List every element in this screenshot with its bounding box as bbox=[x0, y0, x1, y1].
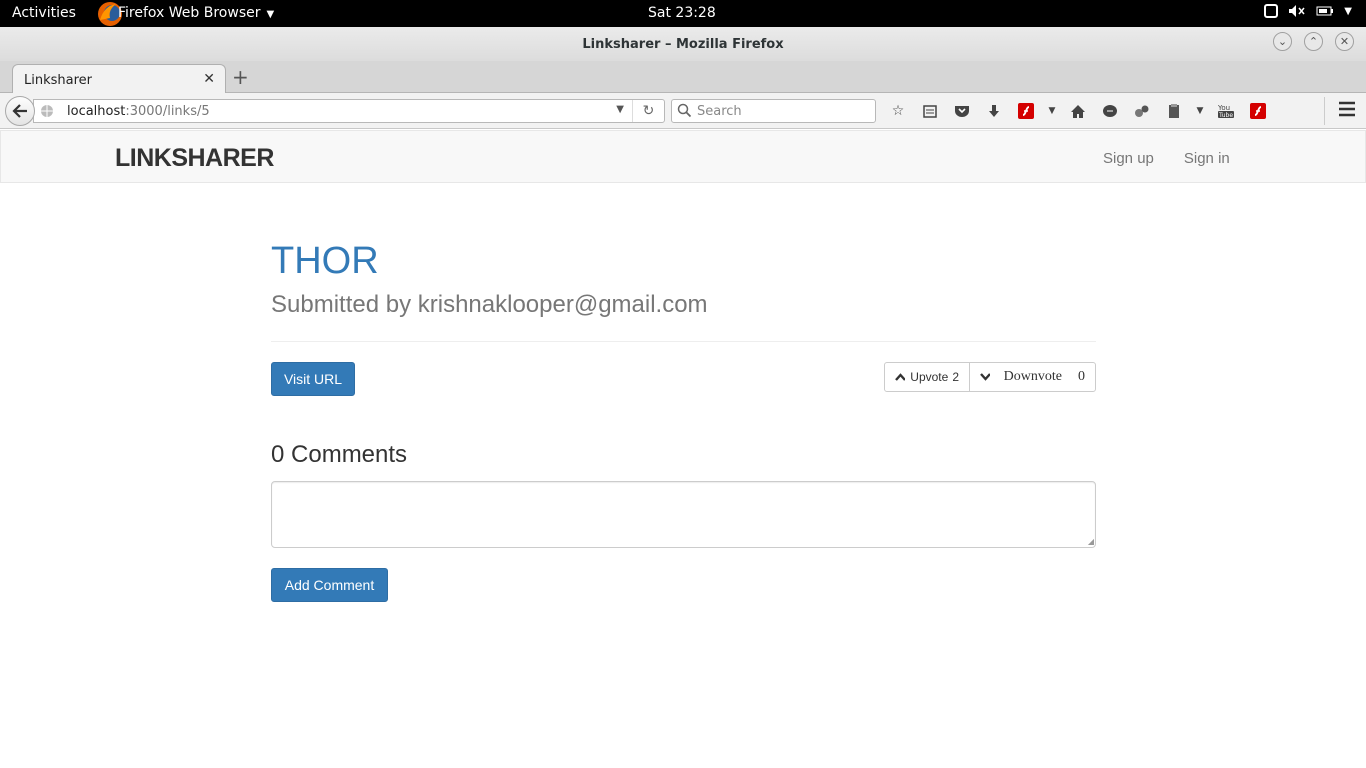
window-overview-icon bbox=[1264, 4, 1279, 18]
upvote-button[interactable]: Upvote 2 bbox=[885, 363, 970, 391]
flash-icon-2[interactable] bbox=[1246, 99, 1270, 123]
signin-link[interactable]: Sign in bbox=[1184, 150, 1230, 167]
bookmarks-menu-icon[interactable] bbox=[918, 99, 942, 123]
back-arrow-icon bbox=[12, 104, 27, 118]
tab-close-icon[interactable]: ✕ bbox=[203, 71, 215, 87]
bookmark-star-icon[interactable]: ☆ bbox=[886, 99, 910, 123]
chat-icon[interactable] bbox=[1098, 99, 1122, 123]
tab-label: Linksharer bbox=[24, 73, 93, 88]
toolbar-separator bbox=[1324, 97, 1325, 125]
site-brand[interactable]: LINKSHARER bbox=[115, 144, 274, 173]
site-navbar: LINKSHARER Sign up Sign in bbox=[0, 130, 1366, 183]
resize-grip-icon[interactable]: ◢ bbox=[1088, 537, 1094, 546]
system-menu-caret-icon: ▼ bbox=[1344, 5, 1352, 17]
upvote-count: 2 bbox=[952, 370, 959, 384]
chevron-down-icon bbox=[980, 373, 990, 381]
pocket-icon[interactable] bbox=[950, 99, 974, 123]
divider bbox=[271, 341, 1096, 342]
window-title: Linksharer – Mozilla Firefox bbox=[582, 37, 784, 52]
search-placeholder: Search bbox=[697, 104, 742, 119]
system-tray[interactable]: ▼ bbox=[1264, 4, 1352, 18]
maximize-button[interactable]: ⌃ bbox=[1304, 32, 1323, 51]
hamburger-menu-icon[interactable] bbox=[1338, 101, 1356, 117]
downvote-label: Downvote bbox=[1003, 369, 1062, 384]
app-menu-caret-icon: ▼ bbox=[266, 9, 275, 20]
url-text[interactable]: localhost:3000/links/5 bbox=[67, 104, 210, 119]
flash-dropdown-icon[interactable]: ▼ bbox=[1046, 99, 1058, 123]
app-menu[interactable]: Firefox Web Browser ▼ bbox=[118, 5, 274, 21]
minimize-button[interactable]: ⌄ bbox=[1273, 32, 1292, 51]
close-icon: ✕ bbox=[1339, 35, 1350, 48]
vote-button-group: Upvote 2 Downvote 0 bbox=[884, 362, 1096, 392]
search-icon bbox=[677, 103, 691, 118]
downvote-count: 0 bbox=[1078, 369, 1085, 384]
sync-icon[interactable] bbox=[1130, 99, 1154, 123]
clipboard-dropdown-icon[interactable]: ▼ bbox=[1194, 99, 1206, 123]
svg-text:You: You bbox=[1217, 104, 1230, 112]
back-button[interactable] bbox=[5, 96, 35, 126]
clipboard-icon[interactable] bbox=[1162, 99, 1186, 123]
tab-linksharer[interactable]: Linksharer ✕ bbox=[12, 64, 226, 94]
url-history-dropdown-icon[interactable]: ▼ bbox=[616, 104, 624, 115]
comment-textarea[interactable]: ◢ bbox=[271, 481, 1096, 548]
chevron-up-icon bbox=[895, 373, 906, 381]
tab-strip: Linksharer ✕ + bbox=[0, 61, 1366, 94]
signup-link[interactable]: Sign up bbox=[1103, 150, 1154, 167]
upvote-label: Upvote bbox=[910, 370, 949, 384]
globe-icon bbox=[41, 105, 53, 117]
maximize-icon: ⌃ bbox=[1308, 35, 1319, 48]
add-comment-button[interactable]: Add Comment bbox=[271, 568, 388, 602]
reload-button[interactable]: ↻ bbox=[632, 100, 664, 122]
visit-url-button[interactable]: Visit URL bbox=[271, 362, 355, 396]
flash-icon[interactable] bbox=[1014, 99, 1038, 123]
comments-heading: 0 Comments bbox=[271, 441, 408, 468]
system-top-bar: Activities Firefox Web Browser ▼ Sat 23:2… bbox=[0, 0, 1366, 27]
clock[interactable]: Sat 23:28 bbox=[648, 5, 716, 21]
window-title-bar[interactable]: Linksharer – Mozilla Firefox ⌄ ⌃ ✕ bbox=[0, 27, 1366, 61]
home-icon[interactable] bbox=[1066, 99, 1090, 123]
youtube-icon[interactable]: You Tube bbox=[1214, 99, 1238, 123]
svg-text:Tube: Tube bbox=[1218, 112, 1233, 119]
downvote-button[interactable]: Downvote 0 bbox=[970, 363, 1095, 391]
link-title[interactable]: THOR bbox=[271, 240, 379, 283]
battery-icon bbox=[1316, 6, 1334, 16]
new-tab-button[interactable]: + bbox=[232, 65, 249, 89]
volume-muted-icon bbox=[1289, 5, 1305, 17]
web-page: LINKSHARER Sign up Sign in THOR Submitte… bbox=[0, 129, 1366, 768]
navigation-toolbar: localhost:3000/links/5 ▼ ↻ Search ☆ ▼ ▼ … bbox=[0, 93, 1366, 129]
search-input[interactable]: Search bbox=[671, 99, 876, 123]
downloads-icon[interactable] bbox=[982, 99, 1006, 123]
activities-button[interactable]: Activities bbox=[12, 5, 76, 21]
url-bar[interactable]: localhost:3000/links/5 ▼ ↻ bbox=[33, 99, 665, 123]
reload-icon: ↻ bbox=[642, 103, 655, 119]
submitted-by: Submitted by krishnaklooper@gmail.com bbox=[271, 291, 708, 318]
minimize-icon: ⌄ bbox=[1277, 35, 1288, 48]
close-window-button[interactable]: ✕ bbox=[1335, 32, 1354, 51]
